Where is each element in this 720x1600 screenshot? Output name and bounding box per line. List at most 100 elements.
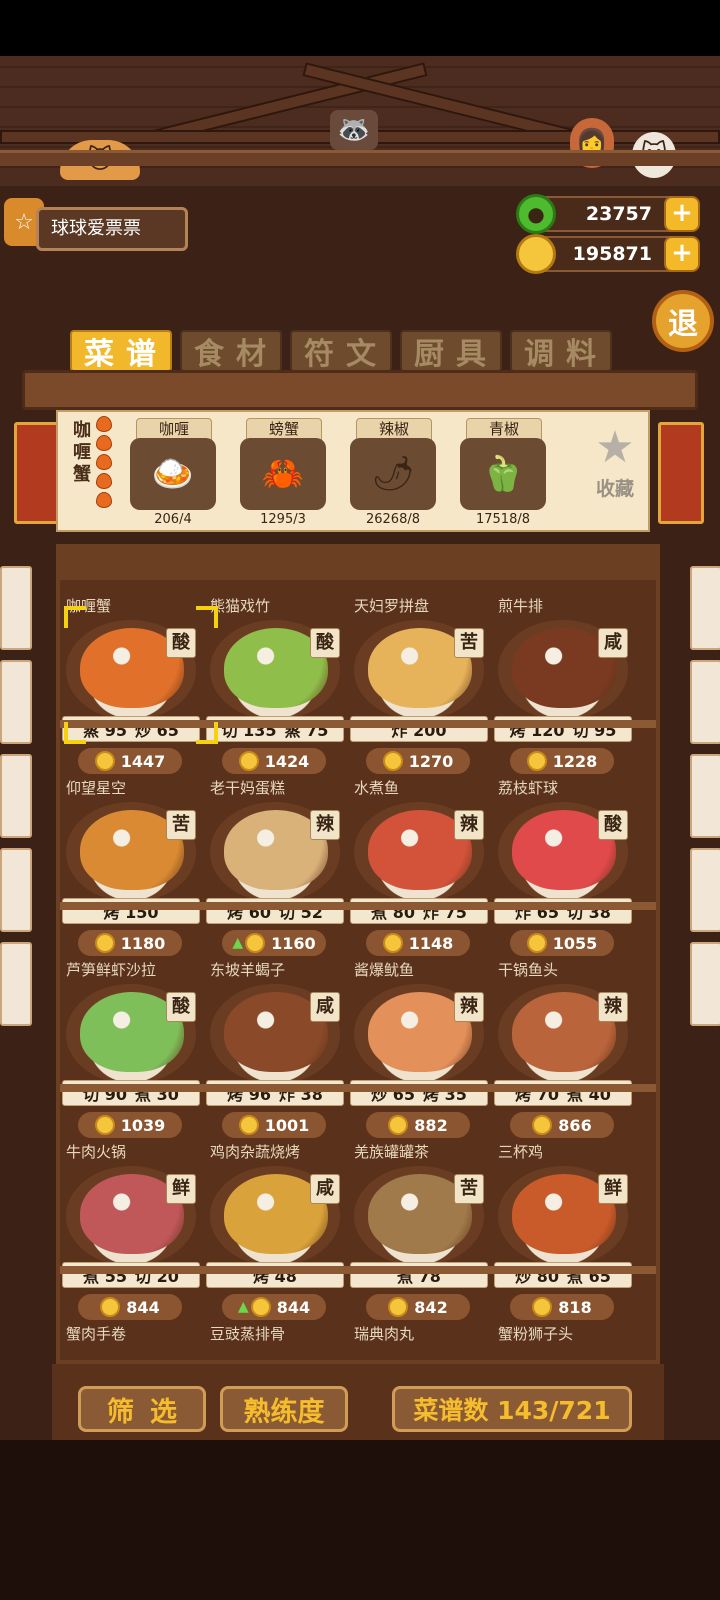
selection-corner — [64, 722, 86, 744]
right-side-slot[interactable] — [690, 754, 720, 838]
left-side-slot[interactable] — [0, 566, 32, 650]
ingredient-count: 26268/8 — [365, 512, 420, 527]
recipe-card[interactable]: 羌族罐罐茶苦煮 78 842 — [348, 1144, 488, 1324]
coin-icon — [250, 1297, 271, 1317]
recipe-card[interactable]: 蟹肉手卷 — [60, 1326, 200, 1360]
sell-price: 1148 — [366, 930, 470, 956]
left-side-slot[interactable] — [0, 754, 32, 838]
taste-badge: 酸 — [166, 992, 196, 1022]
flame-icon — [96, 492, 112, 508]
shelf-board — [60, 1266, 656, 1274]
ingredient-name: 螃蟹 — [246, 418, 322, 440]
recipe-card[interactable]: 蟹粉狮子头 — [492, 1326, 632, 1360]
coin-icon — [94, 1115, 115, 1135]
recipe-card[interactable]: 鸡肉杂蔬烧烤咸烤 48 ▲ 844 — [204, 1144, 344, 1324]
taste-badge: 辣 — [598, 992, 628, 1022]
coin-icon — [532, 1115, 553, 1135]
taste-badge: 咸 — [310, 1174, 340, 1204]
recipe-card[interactable]: 煎牛排咸烤 120 切 95 1228 — [492, 598, 632, 778]
taste-badge: 咸 — [310, 992, 340, 1022]
price-value: 844 — [276, 1297, 311, 1317]
recipe-name: 仰望星空 — [66, 779, 127, 797]
coin-icon — [388, 1297, 409, 1317]
recipe-card[interactable]: 荔枝虾球酸炸 65 切 38 1055 — [492, 780, 632, 960]
right-side-slot[interactable] — [690, 942, 720, 1026]
recipe-card[interactable]: 天妇罗拼盘苦炸 200 1270 — [348, 598, 488, 778]
add-coins-button[interactable]: + — [664, 236, 700, 272]
recipe-name: 东坡羊蝎子 — [210, 961, 286, 979]
ingredient-slot[interactable]: 咖喱 🍛 206/4 — [130, 418, 218, 528]
left-side-slot[interactable] — [0, 848, 32, 932]
taste-badge: 鲜 — [166, 1174, 196, 1204]
recipe-card[interactable]: 水煮鱼辣煮 80 炸 75 1148 — [348, 780, 488, 960]
gem-icon: ● — [516, 194, 556, 234]
recipe-card[interactable]: 瑞典肉丸 — [348, 1326, 488, 1360]
recipe-card[interactable]: 仰望星空苦烤 150 1180 — [60, 780, 200, 960]
right-side-slot[interactable] — [690, 660, 720, 744]
taste-badge: 咸 — [598, 628, 628, 658]
sell-price: 882 — [366, 1112, 470, 1138]
price-value: 1447 — [120, 751, 166, 771]
left-side-slot[interactable] — [0, 660, 32, 744]
recipe-card[interactable]: 干锅鱼头辣烤 70 煮 40 866 — [492, 962, 632, 1142]
recipe-card[interactable]: 熊猫戏竹酸切 135 蒸 75 1424 — [204, 598, 344, 778]
recipe-grid: 咖喱蟹酸蒸 95 炒 65 1447 熊猫戏竹酸切 135 蒸 75 1424 天妇罗拼盘苦… — [60, 580, 656, 1360]
sell-price: 1270 — [366, 748, 470, 774]
proficiency-button[interactable]: 熟练度 — [220, 1386, 348, 1432]
recipe-card[interactable]: 三杯鸡鲜炒 80 煮 65 818 — [492, 1144, 632, 1324]
filter-button[interactable]: 筛选 — [78, 1386, 206, 1432]
recipe-name: 羌族罐罐茶 — [354, 1143, 430, 1161]
flame-icon — [96, 416, 112, 432]
ingredient-slot[interactable]: 辣椒 🌶 26268/8 — [350, 418, 438, 528]
ingredient-slot[interactable]: 青椒 🫑 17518/8 — [460, 418, 548, 528]
recipe-card[interactable]: 东坡羊蝎子咸烤 96 炸 38 1001 — [204, 962, 344, 1142]
coin-icon — [532, 1297, 553, 1317]
right-side-slot[interactable] — [690, 566, 720, 650]
tab-cookware[interactable]: 厨具 — [400, 330, 502, 372]
recipe-card[interactable]: 芦笋鲜虾沙拉酸切 90 煮 30 1039 — [60, 962, 200, 1142]
recipe-card[interactable]: 老干妈蛋糕辣烤 60 切 52 ▲ 1160 — [204, 780, 344, 960]
coin-counter: 195871 + — [516, 234, 700, 274]
recipe-name: 干锅鱼头 — [498, 961, 559, 979]
recipe-card[interactable]: 牛肉火锅鲜煮 55 切 20 844 — [60, 1144, 200, 1324]
ingredient-name: 咖喱 — [136, 418, 212, 440]
price-value: 1039 — [120, 1115, 166, 1135]
ingredient-count: 206/4 — [154, 512, 192, 527]
recipe-name: 鸡肉杂蔬烧烤 — [210, 1143, 301, 1161]
price-value: 1228 — [552, 751, 598, 771]
shelf-board — [60, 902, 656, 910]
coin-icon — [94, 933, 115, 953]
recipe-card[interactable]: 酱爆鱿鱼辣炒 65 烤 35 882 — [348, 962, 488, 1142]
recipe-name: 牛肉火锅 — [66, 1143, 127, 1161]
exit-button[interactable]: 退 — [652, 290, 714, 352]
player-name[interactable]: 球球爱票票 — [36, 207, 188, 251]
ingredient-slot[interactable]: 螃蟹 🦀 1295/3 — [240, 418, 328, 528]
recipe-count-button[interactable]: 菜谱数 143/721 — [392, 1386, 632, 1432]
flame-icon — [96, 435, 112, 451]
coin-icon — [238, 1115, 259, 1135]
left-side-slot[interactable] — [0, 942, 32, 1026]
status-bar — [0, 0, 720, 56]
coin-icon — [245, 933, 266, 953]
coin-icon — [526, 933, 547, 953]
coin-icon — [388, 1115, 409, 1135]
add-gems-button[interactable]: + — [664, 196, 700, 232]
tab-runes[interactable]: 符文 — [290, 330, 392, 372]
coin-icon — [94, 751, 115, 771]
tab-recipes[interactable]: 菜谱 — [70, 330, 172, 372]
sell-price: 1055 — [510, 930, 614, 956]
ingredient-count: 17518/8 — [475, 512, 530, 527]
taste-badge: 辣 — [454, 810, 484, 840]
recipe-name: 三杯鸡 — [498, 1143, 544, 1161]
sell-price: ▲ 1160 — [222, 930, 326, 956]
right-side-slot[interactable] — [690, 848, 720, 932]
ingredient-count: 1295/3 — [260, 512, 306, 527]
favorite-button[interactable]: ★ 收藏 — [588, 422, 642, 501]
recipe-card[interactable]: 豆豉蒸排骨 — [204, 1326, 344, 1360]
ingredient-name: 青椒 — [466, 418, 542, 440]
sell-price: 1039 — [78, 1112, 182, 1138]
tab-seasoning[interactable]: 调料 — [510, 330, 612, 372]
raccoon-icon: 🦝 — [330, 110, 378, 150]
taste-badge: 辣 — [310, 810, 340, 840]
tab-ingredients[interactable]: 食材 — [180, 330, 282, 372]
